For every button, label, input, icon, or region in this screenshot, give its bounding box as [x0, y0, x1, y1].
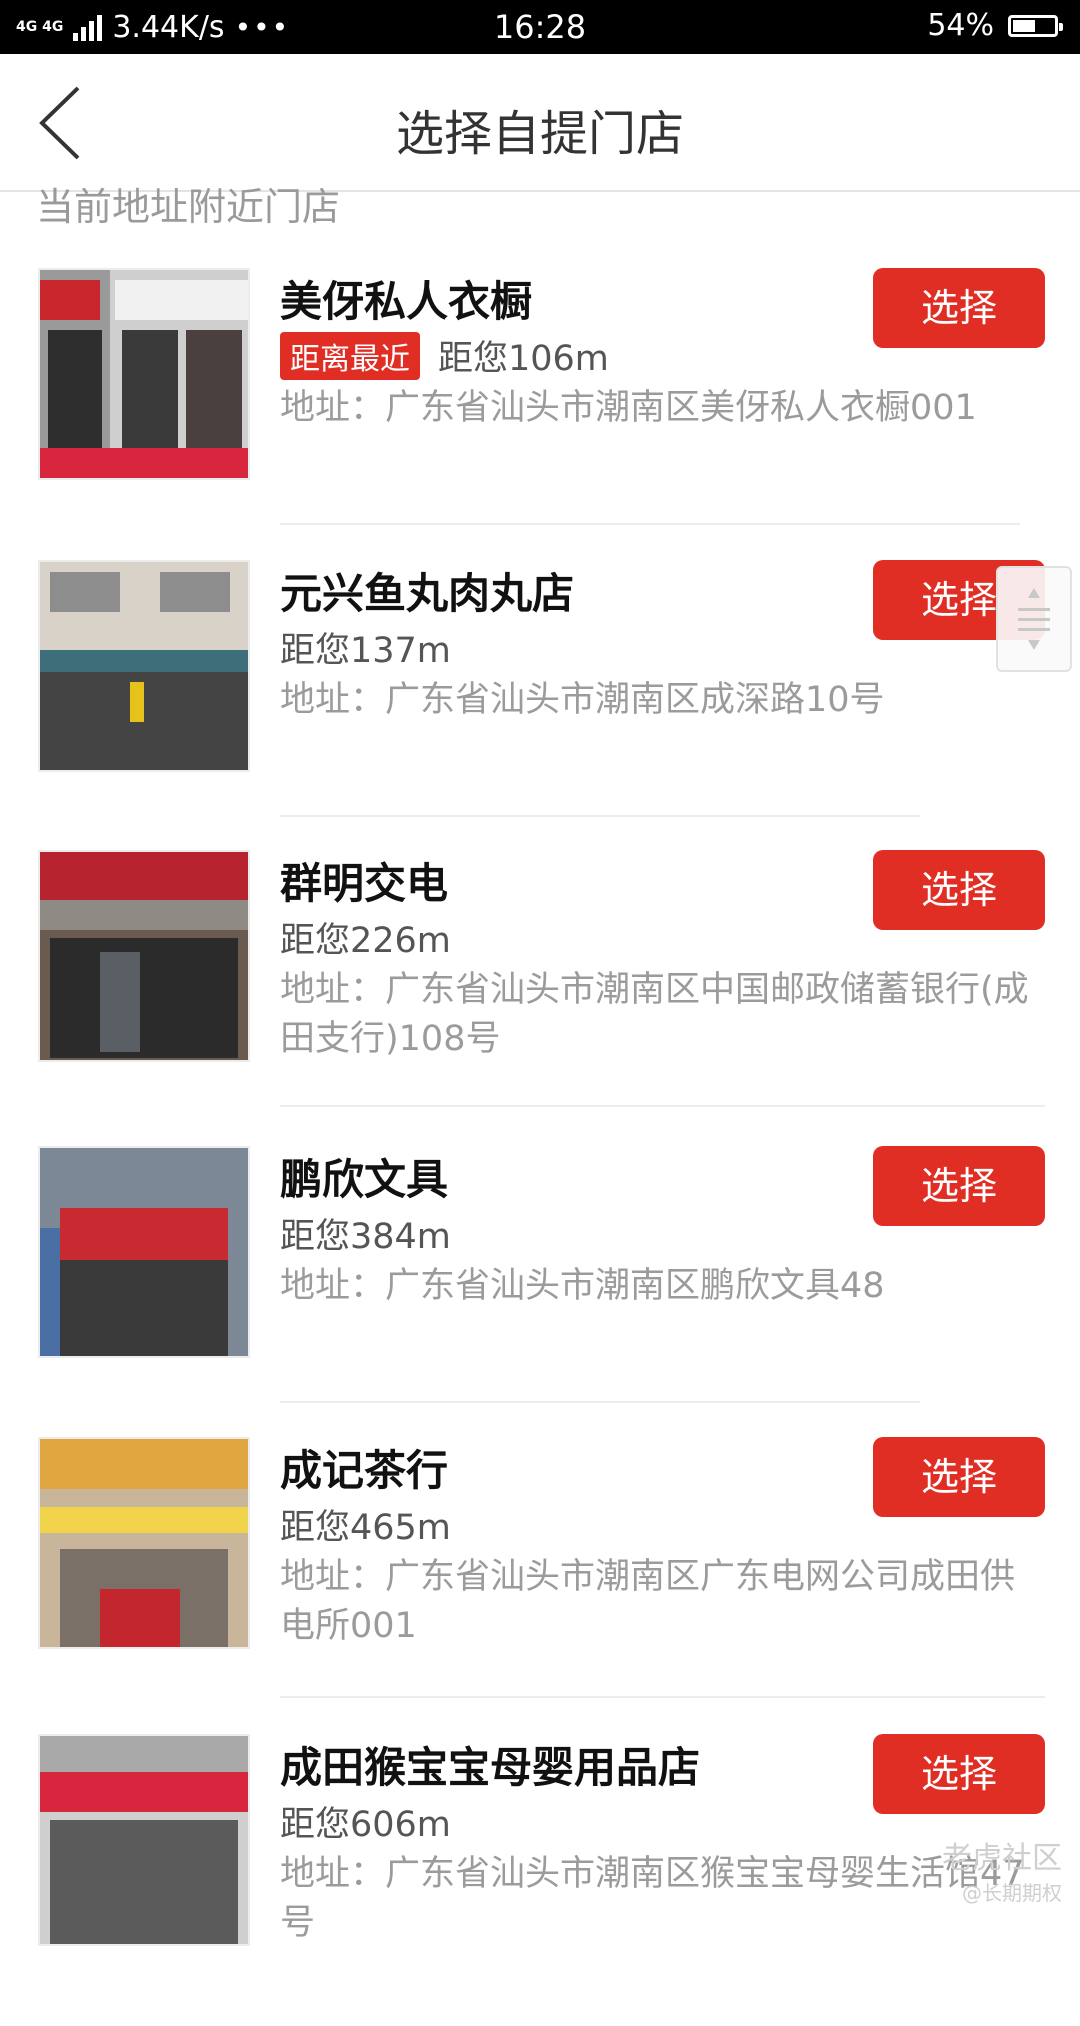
- divider: [280, 1696, 1045, 1698]
- scroll-handle-icon: [1018, 588, 1050, 650]
- select-button[interactable]: 选择: [873, 268, 1045, 348]
- store-meta: 距您137m: [280, 622, 451, 673]
- battery-icon: [1008, 14, 1063, 37]
- store-photo: [38, 1437, 250, 1649]
- store-photo: [38, 1146, 250, 1358]
- nearest-badge: 距离最近: [280, 331, 420, 380]
- store-photo: [38, 560, 250, 772]
- store-distance: 距您606m: [280, 1805, 451, 1845]
- store-address: 地址：广东省汕头市潮南区美伢私人衣橱001: [280, 388, 977, 428]
- clock: 16:28: [493, 8, 587, 46]
- scroll-handle[interactable]: [996, 566, 1072, 672]
- store-item[interactable]: 鹏欣文具 距您384m 地址：广东省汕头市潮南区鹏欣文具48 选择: [0, 1146, 1080, 1438]
- store-address: 地址：广东省汕头市潮南区广东电网公司成田供电所001: [280, 1557, 1016, 1646]
- store-address: 地址：广东省汕头市潮南区猴宝宝母婴生活馆47号: [280, 1854, 1025, 1943]
- select-button[interactable]: 选择: [873, 1734, 1045, 1814]
- store-meta: 距离最近 距您106m: [280, 330, 609, 381]
- select-button[interactable]: 选择: [873, 1437, 1045, 1517]
- divider: [280, 815, 920, 817]
- store-name: 鹏欣文具: [280, 1155, 449, 1204]
- store-item[interactable]: 群明交电 距您226m 地址：广东省汕头市潮南区中国邮政储蓄银行(成田支行)10…: [0, 850, 1080, 1142]
- store-distance: 距您226m: [280, 921, 451, 961]
- divider: [280, 1105, 1045, 1107]
- watermark-main: 老虎社区: [942, 1841, 1062, 1876]
- divider: [280, 1401, 920, 1403]
- watermark: 老虎社区 @长期期权: [942, 1833, 1062, 1906]
- battery-fill: [1013, 19, 1035, 32]
- store-meta: 距您465m: [280, 1499, 451, 1550]
- store-name: 成记茶行: [280, 1446, 449, 1495]
- store-item[interactable]: 成田猴宝宝母婴用品店 距您606m 地址：广东省汕头市潮南区猴宝宝母婴生活馆47…: [0, 1734, 1080, 2026]
- watermark-sub: @长期期权: [962, 1881, 1062, 1905]
- store-distance: 距您137m: [280, 631, 451, 671]
- store-photo: [38, 850, 250, 1062]
- battery-percent: 54%: [927, 8, 994, 43]
- store-address: 地址：广东省汕头市潮南区成深路10号: [280, 680, 885, 720]
- store-photo: [38, 1734, 250, 1946]
- divider: [280, 523, 1020, 525]
- nav-bar: 选择自提门店: [0, 54, 1080, 192]
- store-meta: 距您226m: [280, 912, 451, 963]
- store-name: 美伢私人衣橱: [280, 277, 533, 326]
- select-button[interactable]: 选择: [873, 1146, 1045, 1226]
- page-title: 选择自提门店: [395, 106, 684, 162]
- store-name: 群明交电: [280, 859, 449, 908]
- store-distance: 距您465m: [280, 1508, 451, 1548]
- store-address: 地址：广东省汕头市潮南区中国邮政储蓄银行(成田支行)108号: [280, 970, 1029, 1059]
- status-bar: 4G 4G 3.44K/s ••• 16:28 54%: [0, 0, 1080, 54]
- store-photo: [38, 268, 250, 480]
- store-distance: 距您106m: [438, 339, 609, 379]
- store-item[interactable]: 美伢私人衣橱 距离最近 距您106m 地址：广东省汕头市潮南区美伢私人衣橱001…: [0, 268, 1080, 560]
- store-name: 成田猴宝宝母婴用品店: [280, 1743, 701, 1792]
- status-right: 54%: [927, 8, 1063, 43]
- store-meta: 距您384m: [280, 1208, 451, 1259]
- store-item[interactable]: 元兴鱼丸肉丸店 距您137m 地址：广东省汕头市潮南区成深路10号 选择: [0, 560, 1080, 852]
- store-address: 地址：广东省汕头市潮南区鹏欣文具48: [280, 1266, 885, 1306]
- store-item[interactable]: 成记茶行 距您465m 地址：广东省汕头市潮南区广东电网公司成田供电所001 选…: [0, 1437, 1080, 1729]
- store-meta: 距您606m: [280, 1796, 451, 1847]
- section-header: 当前地址附近门店: [36, 185, 341, 229]
- store-distance: 距您384m: [280, 1217, 451, 1257]
- select-button[interactable]: 选择: [873, 850, 1045, 930]
- store-name: 元兴鱼丸肉丸店: [280, 569, 575, 618]
